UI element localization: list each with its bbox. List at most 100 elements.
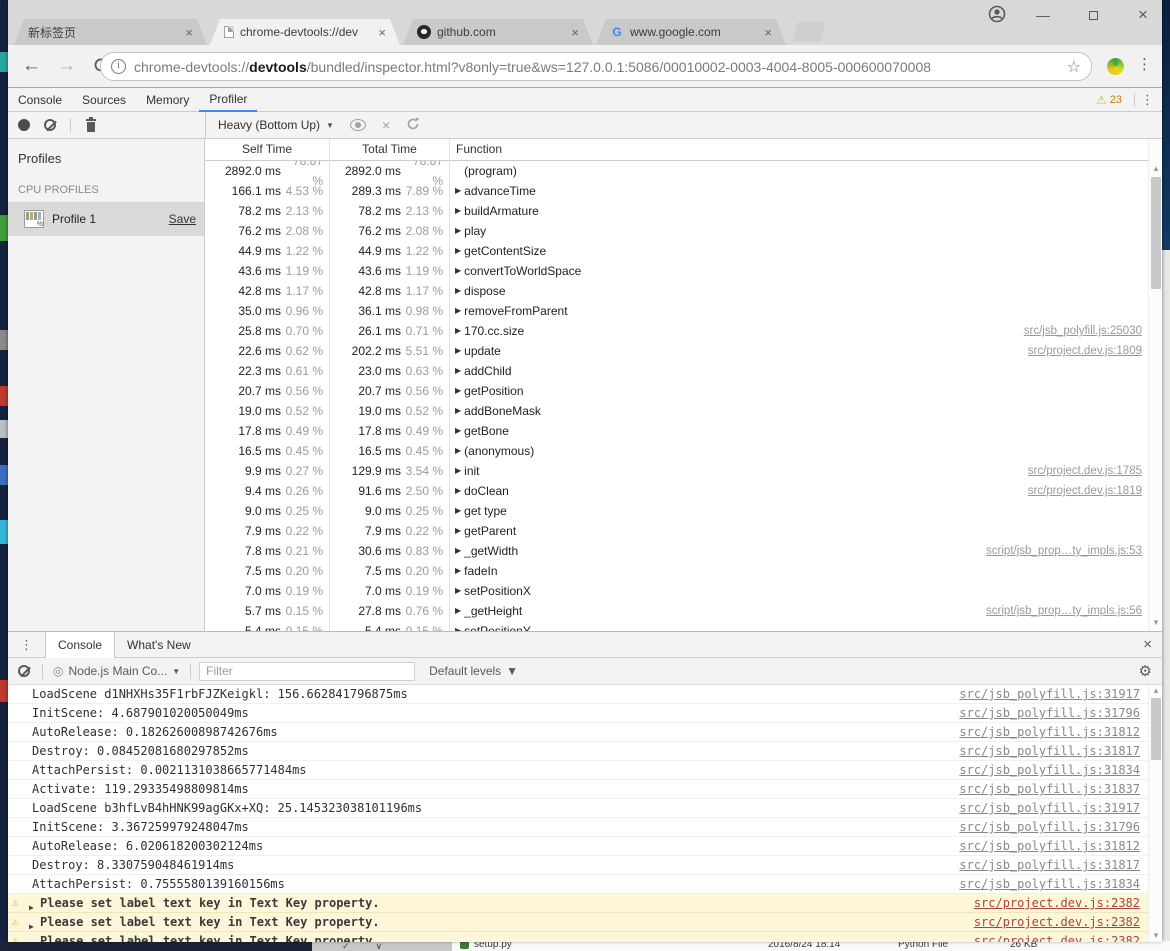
profile-grid-row[interactable]: 19.0 ms0.52 % 19.0 ms0.52 % ▶ addBoneMas…: [205, 401, 1162, 421]
expand-arrow-icon[interactable]: ▶: [455, 481, 461, 501]
source-link[interactable]: src/jsb_polyfill.js:31917: [959, 685, 1162, 703]
clear-all-icon[interactable]: [44, 119, 56, 131]
tab-google[interactable]: G www.google.com ×: [596, 19, 786, 45]
expand-arrow-icon[interactable]: ▶: [455, 321, 461, 341]
expand-arrow-icon[interactable]: ▶: [455, 261, 461, 281]
address-bar[interactable]: i chrome-devtools://devtools/bundled/ins…: [100, 52, 1092, 81]
expand-arrow-icon[interactable]: ▶: [455, 201, 461, 221]
tab-memory[interactable]: Memory: [136, 88, 199, 112]
source-link[interactable]: src/project.dev.js:1819: [1028, 481, 1162, 501]
url-text[interactable]: chrome-devtools://devtools/bundled/inspe…: [134, 59, 1061, 75]
sidebar-item-profile-1[interactable]: % Profile 1 Save: [8, 202, 204, 236]
profile-grid-row[interactable]: 9.4 ms0.26 % 91.6 ms2.50 % ▶ doClean src…: [205, 481, 1162, 501]
back-icon[interactable]: ←: [22, 54, 41, 78]
profile-grid-row[interactable]: 76.2 ms2.08 % 76.2 ms2.08 % ▶ play: [205, 221, 1162, 241]
expand-arrow-icon[interactable]: ▶: [455, 601, 461, 621]
profile-grid-row[interactable]: 7.9 ms0.22 % 7.9 ms0.22 % ▶ getParent: [205, 521, 1162, 541]
expand-arrow-icon[interactable]: ▶: [455, 581, 461, 601]
scroll-up-icon[interactable]: ▲: [1149, 685, 1163, 697]
profile-grid-row[interactable]: 7.5 ms0.20 % 7.5 ms0.20 % ▶ fadeIn: [205, 561, 1162, 581]
col-function[interactable]: Function: [450, 139, 1162, 161]
source-link[interactable]: src/project.dev.js:1809: [1028, 341, 1162, 361]
tab-close-icon[interactable]: ×: [378, 26, 386, 39]
console-scrollbar[interactable]: ▲ ▼: [1148, 685, 1162, 942]
source-link[interactable]: src/jsb_polyfill.js:31796: [959, 818, 1162, 836]
expand-arrow-icon[interactable]: ▶: [455, 521, 461, 541]
view-mode-select[interactable]: Heavy (Bottom Up) ▼: [218, 118, 334, 132]
tab-github[interactable]: github.com ×: [403, 19, 593, 45]
tab-console[interactable]: Console: [8, 88, 72, 112]
tab-devtools[interactable]: chrome-devtools://dev ×: [210, 19, 400, 45]
source-link[interactable]: src/project.dev.js:2382: [974, 932, 1162, 942]
expand-arrow-icon[interactable]: ▶: [455, 341, 461, 361]
profile-grid-row[interactable]: 5.4 ms0.15 % 5.4 ms0.15 % ▶ setPositionY: [205, 621, 1162, 631]
expand-arrow-icon[interactable]: ▶: [455, 501, 461, 521]
profile-grid-row[interactable]: 9.9 ms0.27 % 129.9 ms3.54 % ▶ init src/p…: [205, 461, 1162, 481]
expand-arrow-icon[interactable]: ▶: [455, 401, 461, 421]
expand-arrow-icon[interactable]: ▶: [455, 241, 461, 261]
source-link[interactable]: src/jsb_polyfill.js:31837: [959, 780, 1162, 798]
expand-arrow-icon[interactable]: ▶: [29, 937, 34, 942]
console-settings-gear-icon[interactable]: ⚙: [1139, 662, 1152, 680]
profile-grid-row[interactable]: 17.8 ms0.49 % 17.8 ms0.49 % ▶ getBone: [205, 421, 1162, 441]
tab-profiler[interactable]: Profiler: [199, 88, 257, 112]
drawer-menu-icon[interactable]: ⋮: [8, 637, 45, 653]
profile-grid-row[interactable]: 42.8 ms1.17 % 42.8 ms1.17 % ▶ dispose: [205, 281, 1162, 301]
execution-context-select[interactable]: ◎ Node.js Main Co... ▼: [43, 664, 190, 678]
exclude-function-icon[interactable]: ×: [382, 118, 390, 132]
profile-grid-row[interactable]: 43.6 ms1.19 % 43.6 ms1.19 % ▶ convertToW…: [205, 261, 1162, 281]
profile-grid-row[interactable]: 20.7 ms0.56 % 20.7 ms0.56 % ▶ getPositio…: [205, 381, 1162, 401]
expand-arrow-icon[interactable]: ▶: [455, 421, 461, 441]
profile-grid-row[interactable]: 78.2 ms2.13 % 78.2 ms2.13 % ▶ buildArmat…: [205, 201, 1162, 221]
new-tab-button[interactable]: [792, 22, 826, 42]
tab-close-icon[interactable]: ×: [185, 26, 193, 39]
clear-console-icon[interactable]: [18, 665, 30, 677]
forward-icon[interactable]: →: [57, 54, 76, 78]
source-link[interactable]: src/jsb_polyfill.js:31812: [959, 723, 1162, 741]
tab-close-icon[interactable]: ×: [571, 26, 579, 39]
source-link[interactable]: script/jsb_prop…ty_impls.js:56: [986, 601, 1162, 621]
expand-arrow-icon[interactable]: ▶: [455, 441, 461, 461]
warnings-badge[interactable]: ⚠ 23: [1096, 93, 1122, 107]
source-link[interactable]: src/jsb_polyfill.js:25030: [1024, 321, 1162, 341]
profile-grid-row[interactable]: 166.1 ms4.53 % 289.3 ms7.89 % ▶ advanceT…: [205, 181, 1162, 201]
profile-grid-row[interactable]: 22.3 ms0.61 % 23.0 ms0.63 % ▶ addChild: [205, 361, 1162, 381]
drawer-tab-whats-new[interactable]: What's New: [115, 632, 203, 658]
source-link[interactable]: src/jsb_polyfill.js:31834: [959, 761, 1162, 779]
profile-grid-row[interactable]: 22.6 ms0.62 % 202.2 ms5.51 % ▶ update sr…: [205, 341, 1162, 361]
filter-input[interactable]: [199, 662, 415, 681]
file-explorer-row[interactable]: setup.py 2016/8/24 18:14 Python File 26 …: [452, 941, 1170, 951]
profile-grid-row[interactable]: 2892.0 ms78.87 % 2892.0 ms78.87 % ▶ (pro…: [205, 161, 1162, 181]
source-link[interactable]: src/jsb_polyfill.js:31817: [959, 856, 1162, 874]
profile-grid-row[interactable]: 7.0 ms0.19 % 7.0 ms0.19 % ▶ setPositionX: [205, 581, 1162, 601]
scroll-up-icon[interactable]: ▲: [1149, 163, 1163, 175]
source-link[interactable]: src/jsb_polyfill.js:31817: [959, 742, 1162, 760]
source-link[interactable]: src/project.dev.js:2382: [974, 894, 1162, 912]
profile-grid-row[interactable]: 7.8 ms0.21 % 30.6 ms0.83 % ▶ _getWidth s…: [205, 541, 1162, 561]
scroll-thumb[interactable]: [1151, 698, 1161, 760]
expand-arrow-icon[interactable]: ▶: [455, 381, 461, 401]
profile-grid-row[interactable]: 9.0 ms0.25 % 9.0 ms0.25 % ▶ get type: [205, 501, 1162, 521]
restore-functions-icon[interactable]: [406, 117, 420, 134]
source-link[interactable]: src/jsb_polyfill.js:31796: [959, 704, 1162, 722]
profile-grid-row[interactable]: 25.8 ms0.70 % 26.1 ms0.71 % ▶ 170.cc.siz…: [205, 321, 1162, 341]
page-info-icon[interactable]: i: [111, 59, 126, 74]
grid-scrollbar[interactable]: ▲ ▼: [1148, 139, 1162, 631]
extension-icon[interactable]: [1107, 58, 1124, 75]
expand-arrow-icon[interactable]: ▶: [455, 221, 461, 241]
profile-grid-row[interactable]: 44.9 ms1.22 % 44.9 ms1.22 % ▶ getContent…: [205, 241, 1162, 261]
tab-close-icon[interactable]: ×: [764, 26, 772, 39]
expand-arrow-icon[interactable]: ▶: [455, 461, 461, 481]
source-link[interactable]: src/jsb_polyfill.js:31812: [959, 837, 1162, 855]
log-levels-select[interactable]: Default levels ▼: [415, 664, 532, 678]
profile-grid-row[interactable]: 16.5 ms0.45 % 16.5 ms0.45 % ▶ (anonymous…: [205, 441, 1162, 461]
profile-grid-row[interactable]: 35.0 ms0.96 % 36.1 ms0.98 % ▶ removeFrom…: [205, 301, 1162, 321]
col-total-time[interactable]: Total Time: [330, 139, 450, 161]
expand-arrow-icon[interactable]: ▶: [455, 361, 461, 381]
source-link[interactable]: src/jsb_polyfill.js:31834: [959, 875, 1162, 893]
tab-new-tab-page[interactable]: 新标签页 ×: [14, 19, 207, 45]
expand-arrow-icon[interactable]: ▶: [455, 281, 461, 301]
scroll-down-icon[interactable]: ▼: [1149, 617, 1163, 629]
browser-menu-icon[interactable]: ⋮: [1137, 55, 1152, 73]
expand-arrow-icon[interactable]: ▶: [455, 181, 461, 201]
